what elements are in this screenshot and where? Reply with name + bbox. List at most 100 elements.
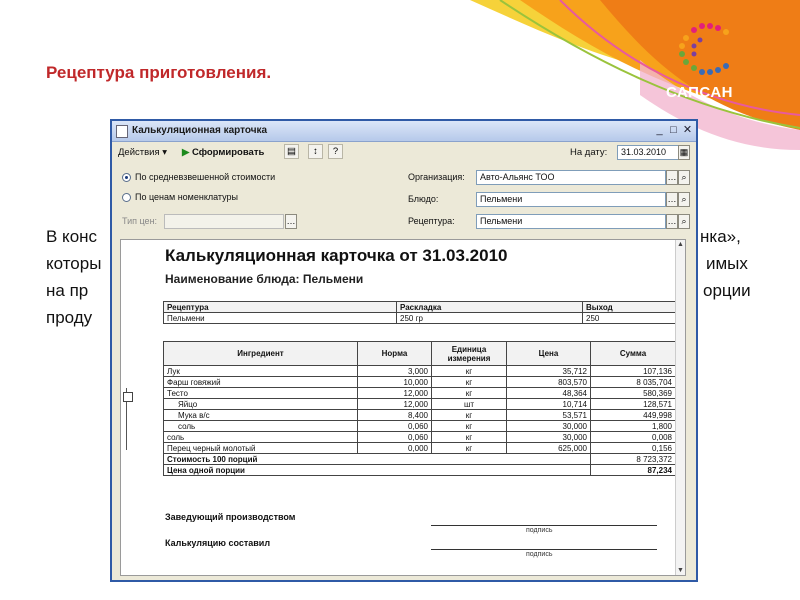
- actions-menu[interactable]: Действия ▾: [118, 145, 167, 160]
- slide-body-line-4: проду: [46, 308, 93, 327]
- slide-title: Рецептура приготовления.: [46, 63, 272, 82]
- ingredient-norm: 0,060: [357, 431, 432, 443]
- price-type-field[interactable]: [164, 214, 284, 229]
- organization-select-button[interactable]: …: [666, 170, 678, 185]
- actions-label: Действия: [118, 147, 160, 158]
- window-titlebar[interactable]: Калькуляционная карточка _ □ ✕: [112, 121, 696, 142]
- layout-header: Раскладка: [396, 301, 583, 313]
- total-100-value: 8 723,372: [590, 453, 676, 465]
- ingredients-body: Лук 3,000 кг 35,712 107,136 Фарш говяжий 10,00…: [163, 365, 676, 454]
- total-100-row: Стоимость 100 порций 8 723,372: [163, 453, 676, 465]
- recipe-label: Рецептура:: [408, 216, 455, 226]
- ingredient-norm: 10,000: [357, 376, 432, 388]
- document-icon: [116, 125, 128, 138]
- dish-search-icon[interactable]: ⌕: [678, 192, 690, 207]
- ingredient-row: Перец черный молотый 0,000 кг 625,000 0,156: [163, 442, 676, 454]
- recipe-summary-table: Рецептура Раскладка Выход Пельмени 250 г…: [163, 301, 676, 324]
- play-icon: ▶: [182, 147, 190, 158]
- ingredient-price: 48,364: [506, 387, 591, 399]
- ingredient-unit: кг: [431, 409, 507, 421]
- norm-header: Норма: [357, 341, 432, 366]
- ingredient-norm: 3,000: [357, 365, 432, 377]
- ingredient-price: 10,714: [506, 398, 591, 410]
- minimize-button[interactable]: _: [653, 124, 666, 137]
- sign-made-label: Калькуляцию составил: [165, 538, 271, 548]
- ingredient-row: Лук 3,000 кг 35,712 107,136: [163, 365, 676, 377]
- price-type-label: Тип цен:: [122, 216, 158, 226]
- ingredient-row: соль 0,060 кг 30,000 0,008: [163, 431, 676, 443]
- form-label: Сформировать: [191, 147, 265, 158]
- radio-price-list[interactable]: [122, 193, 131, 202]
- organization-label: Организация:: [408, 172, 465, 182]
- recipe-cell: Пельмени: [163, 312, 397, 324]
- scroll-down-icon[interactable]: ▼: [676, 566, 685, 575]
- ingredient-name: Фарш говяжий: [163, 376, 358, 388]
- report-sheet[interactable]: Калькуляционная карточка от 31.03.2010 Н…: [120, 239, 686, 576]
- ingredient-norm: 12,000: [357, 398, 432, 410]
- slide-body-line-1: В конс: [46, 227, 98, 246]
- unit-header: Единица измерения: [431, 341, 507, 366]
- ingredient-price: 30,000: [506, 431, 591, 443]
- maximize-button[interactable]: □: [667, 124, 680, 137]
- form-button[interactable]: ▶ Сформировать: [182, 145, 264, 160]
- ingredient-name: Лук: [163, 365, 358, 377]
- layout-cell: 250 гр: [396, 312, 583, 324]
- sign-made-caption: подпись: [526, 551, 553, 558]
- ingredient-name: соль: [163, 420, 358, 432]
- ingredient-sum: 8 035,704: [590, 376, 676, 388]
- chevron-down-icon: ▾: [162, 147, 168, 158]
- recipe-search-icon[interactable]: ⌕: [678, 214, 690, 229]
- sapsan-logo-icon: [679, 23, 729, 75]
- settings-icon[interactable]: ▤: [284, 144, 299, 159]
- dish-select-button[interactable]: …: [666, 192, 678, 207]
- slide-body-line-3: на пр: [46, 281, 89, 300]
- close-button[interactable]: ✕: [681, 124, 694, 137]
- ingredient-norm: 0,000: [357, 442, 432, 454]
- help-button[interactable]: ?: [328, 144, 343, 159]
- ingredient-name: соль: [163, 431, 358, 443]
- sum-header: Сумма: [590, 341, 676, 366]
- ingredient-row: Яйцо 12,000 шт 10,714 128,571: [163, 398, 676, 410]
- ingredient-norm: 0,060: [357, 420, 432, 432]
- price-type-select-button[interactable]: …: [285, 214, 297, 229]
- ingredient-name: Перец черный молотый: [163, 442, 358, 454]
- price-header: Цена: [506, 341, 591, 366]
- sign-head-caption: подпись: [526, 527, 553, 534]
- window-title: Калькуляционная карточка: [132, 125, 268, 136]
- report-title: Калькуляционная карточка от 31.03.2010: [165, 246, 508, 265]
- portion-price-value: 87,234: [590, 464, 676, 476]
- dish-label: Блюдо:: [408, 194, 439, 204]
- ingredient-row: Тесто 12,000 кг 48,364 580,369: [163, 387, 676, 399]
- radio-avg-cost[interactable]: [122, 173, 131, 182]
- recipe-header: Рецептура: [163, 301, 397, 313]
- ingredients-table: Ингредиент Норма Единица измерения Цена …: [163, 341, 676, 476]
- scroll-up-icon[interactable]: ▲: [676, 240, 685, 249]
- ingredient-sum: 107,136: [590, 365, 676, 377]
- ingredient-header: Ингредиент: [163, 341, 358, 366]
- portion-price-row: Цена одной порции 87,234: [163, 464, 676, 476]
- ingredient-price: 35,712: [506, 365, 591, 377]
- ingredient-sum: 449,998: [590, 409, 676, 421]
- calendar-icon[interactable]: ▦: [678, 145, 690, 160]
- organization-search-icon[interactable]: ⌕: [678, 170, 690, 185]
- sign-head-line: [431, 525, 657, 526]
- radio-avg-label: По средневзвешенной стоимости: [135, 172, 276, 182]
- group-toggle[interactable]: [123, 392, 133, 402]
- portion-price-label: Цена одной порции: [163, 464, 591, 476]
- ingredient-sum: 0,008: [590, 431, 676, 443]
- date-field[interactable]: 31.03.2010: [617, 145, 679, 160]
- ingredient-unit: кг: [431, 431, 507, 443]
- ingredient-norm: 8,400: [357, 409, 432, 421]
- radio-price-label: По ценам номенклатуры: [135, 192, 239, 202]
- ingredient-price: 30,000: [506, 420, 591, 432]
- sign-made-line: [431, 549, 657, 550]
- ingredient-sum: 128,571: [590, 398, 676, 410]
- recipe-field[interactable]: Пельмени: [476, 214, 666, 229]
- dish-field[interactable]: Пельмени: [476, 192, 666, 207]
- vertical-scrollbar[interactable]: ▲ ▼: [675, 240, 685, 575]
- arrow-icon[interactable]: ↕: [308, 144, 323, 159]
- organization-field[interactable]: Авто-Альянс ТОО: [476, 170, 666, 185]
- ingredient-unit: кг: [431, 442, 507, 454]
- recipe-select-button[interactable]: …: [666, 214, 678, 229]
- sign-head-label: Заведующий производством: [165, 512, 296, 522]
